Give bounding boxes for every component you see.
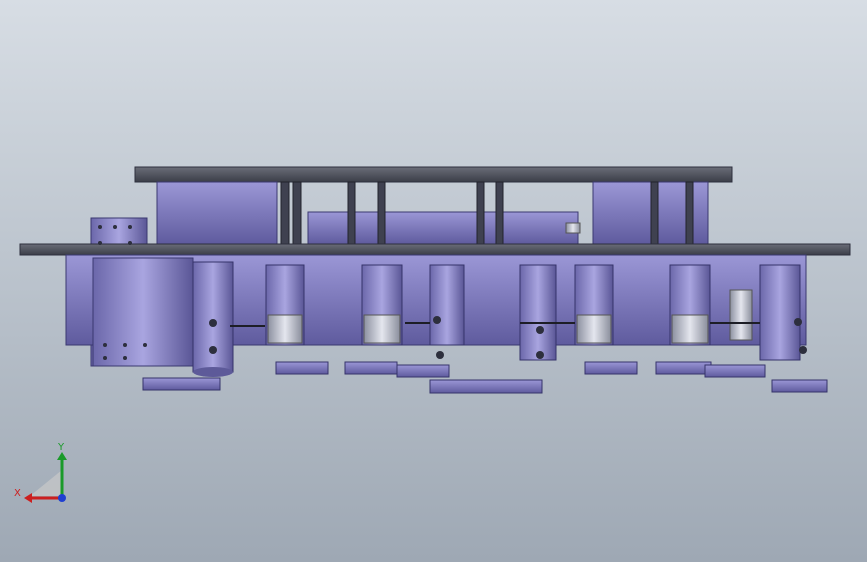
x-axis-label: X [14, 488, 21, 499]
motor-unit [729, 289, 753, 341]
motor-unit [574, 264, 614, 346]
motor-unit [519, 264, 557, 361]
motor-unit [265, 264, 305, 346]
z-axis [58, 494, 66, 502]
cad-viewport[interactable] [0, 0, 867, 562]
left-lower-block [92, 257, 194, 367]
x-axis-arrow [24, 493, 32, 503]
main-plate [19, 243, 851, 256]
upper-block-left [156, 181, 278, 245]
motor-unit [759, 264, 801, 361]
coordinate-triad-icon: Y X [14, 442, 67, 503]
machine-assembly[interactable] [19, 166, 851, 394]
motor-unit [361, 264, 403, 346]
y-axis-label: Y [57, 442, 65, 453]
motor-unit [429, 264, 465, 346]
motor-unit [669, 264, 711, 346]
triad-plane [30, 470, 62, 496]
right-small-cylinder [565, 222, 581, 234]
top-plate [134, 166, 733, 183]
y-axis-arrow [57, 452, 67, 460]
base-feet [142, 361, 828, 394]
